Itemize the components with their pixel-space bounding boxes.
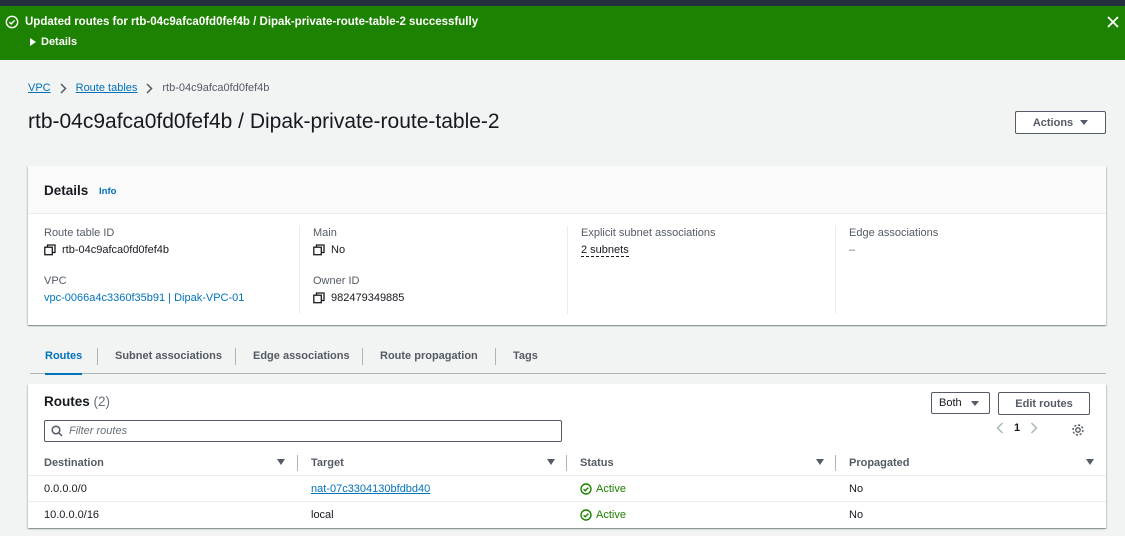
- tab-divider: [97, 348, 98, 365]
- routes-title-text: Routes: [44, 394, 90, 409]
- route-table-id-field: Route table ID rtb-04c9afca0fd0fef4b: [44, 227, 169, 256]
- column-divider[interactable]: [566, 455, 567, 471]
- main-label: Main: [313, 227, 337, 239]
- routes-count: (2): [93, 394, 111, 409]
- gear-icon[interactable]: [1071, 423, 1085, 437]
- routes-panel: Routes (2) Both Edit routes 1 Destinatio…: [28, 384, 1106, 528]
- column-divider[interactable]: [835, 455, 836, 471]
- main-value: No: [331, 244, 346, 256]
- tab-routes[interactable]: Routes: [45, 345, 83, 375]
- success-icon: [580, 509, 592, 521]
- copy-icon[interactable]: [313, 244, 325, 256]
- details-column-divider: [835, 226, 836, 314]
- propagated-cell: No: [849, 509, 864, 521]
- caret-down-icon: [1080, 120, 1089, 125]
- flash-details-toggle[interactable]: Details: [30, 36, 77, 48]
- details-panel: Details Info Route table ID rtb-04c9afca…: [28, 166, 1106, 325]
- table-row: 10.0.0.0/16 local Active No: [28, 502, 1106, 528]
- sort-icon[interactable]: [277, 459, 285, 465]
- breadcrumb-current: rtb-04c9afca0fd0fef4b: [162, 82, 270, 94]
- chevron-right-icon[interactable]: [1030, 422, 1038, 434]
- tab-divider: [362, 348, 363, 365]
- owner-field: Owner ID 982479349885: [313, 275, 404, 304]
- status-text: Active: [596, 483, 626, 495]
- success-icon: [5, 15, 19, 29]
- breadcrumb: VPC Route tables rtb-04c9afca0fd0fef4b: [28, 82, 269, 94]
- filter-routes-input[interactable]: [69, 425, 549, 437]
- flash-message: Updated routes for rtb-04c9afca0fd0fef4b…: [25, 16, 479, 28]
- column-propagated[interactable]: Propagated: [849, 457, 910, 469]
- filter-routes-box: [44, 420, 562, 442]
- actions-button[interactable]: Actions: [1015, 111, 1106, 134]
- success-flashbar: Updated routes for rtb-04c9afca0fd0fef4b…: [0, 6, 1125, 60]
- route-filter-select-value: Both: [939, 397, 962, 409]
- explicit-subnet-label: Explicit subnet associations: [581, 227, 716, 239]
- owner-value: 982479349885: [331, 292, 405, 304]
- details-column-divider: [299, 226, 300, 314]
- column-target[interactable]: Target: [311, 457, 344, 469]
- success-icon: [580, 483, 592, 495]
- vpc-field: VPC vpc-0066a4c3360f35b91 | Dipak-VPC-01: [44, 275, 244, 304]
- propagated-cell: No: [849, 483, 864, 495]
- tab-tags[interactable]: Tags: [513, 345, 538, 373]
- main-field: Main No: [313, 227, 345, 256]
- sort-icon[interactable]: [1086, 459, 1094, 465]
- close-icon[interactable]: [1105, 14, 1121, 30]
- flash-details-label: Details: [41, 36, 78, 48]
- search-icon: [51, 425, 63, 437]
- routes-table-header: Destination Target Status Propagated: [28, 448, 1106, 476]
- breadcrumb-vpc[interactable]: VPC: [28, 82, 51, 94]
- route-table-id-label: Route table ID: [44, 227, 115, 239]
- status-cell: Active: [580, 509, 626, 521]
- vpc-link[interactable]: vpc-0066a4c3360f35b91 | Dipak-VPC-01: [44, 292, 244, 304]
- chevron-left-icon[interactable]: [996, 422, 1004, 434]
- route-table-id-value: rtb-04c9afca0fd0fef4b: [62, 244, 170, 256]
- target-cell: local: [311, 509, 334, 521]
- edge-associations-value: –: [849, 244, 856, 256]
- tab-bar: Routes Subnet associations Edge associat…: [30, 345, 1106, 375]
- tab-edge-associations[interactable]: Edge associations: [253, 345, 350, 373]
- sort-icon[interactable]: [547, 459, 555, 465]
- tab-divider: [235, 348, 236, 365]
- caret-right-icon: [30, 38, 36, 46]
- caret-down-icon: [970, 400, 979, 406]
- details-column-divider: [567, 226, 568, 314]
- owner-label: Owner ID: [313, 275, 360, 287]
- details-title: Details: [44, 183, 89, 198]
- column-destination[interactable]: Destination: [44, 457, 104, 469]
- destination-cell: 0.0.0.0/0: [44, 483, 87, 495]
- status-text: Active: [596, 509, 626, 521]
- edit-routes-button[interactable]: Edit routes: [998, 392, 1090, 415]
- destination-cell: 10.0.0.0/16: [44, 509, 100, 521]
- sort-icon[interactable]: [816, 459, 824, 465]
- copy-icon[interactable]: [313, 292, 325, 304]
- vpc-label: VPC: [44, 275, 67, 287]
- page-title: rtb-04c9afca0fd0fef4b / Dipak-private-ro…: [28, 110, 500, 133]
- chevron-right-icon: [146, 82, 153, 94]
- details-header: Details Info: [28, 166, 1106, 214]
- routes-title: Routes (2): [44, 394, 110, 409]
- actions-label: Actions: [1032, 116, 1074, 129]
- target-link[interactable]: nat-07c3304130bfdbd40: [311, 483, 430, 495]
- tab-route-propagation[interactable]: Route propagation: [380, 345, 478, 373]
- column-status[interactable]: Status: [580, 457, 614, 469]
- explicit-subnet-field: Explicit subnet associations 2 subnets: [581, 227, 716, 257]
- copy-icon[interactable]: [44, 244, 56, 256]
- breadcrumb-route-tables[interactable]: Route tables: [76, 82, 138, 94]
- tab-subnet-associations[interactable]: Subnet associations: [115, 345, 222, 373]
- tab-divider: [495, 348, 496, 365]
- pagination: 1: [996, 422, 1038, 434]
- info-link[interactable]: Info: [99, 186, 116, 197]
- column-divider[interactable]: [297, 455, 298, 471]
- edge-associations-field: Edge associations –: [849, 227, 938, 256]
- explicit-subnet-value[interactable]: 2 subnets: [581, 244, 629, 257]
- status-cell: Active: [580, 483, 626, 495]
- chevron-right-icon: [60, 82, 67, 94]
- current-page[interactable]: 1: [1014, 422, 1020, 434]
- route-filter-select[interactable]: Both: [931, 392, 990, 414]
- edge-associations-label: Edge associations: [849, 227, 939, 239]
- table-row: 0.0.0.0/0 nat-07c3304130bfdbd40 Active N…: [28, 476, 1106, 502]
